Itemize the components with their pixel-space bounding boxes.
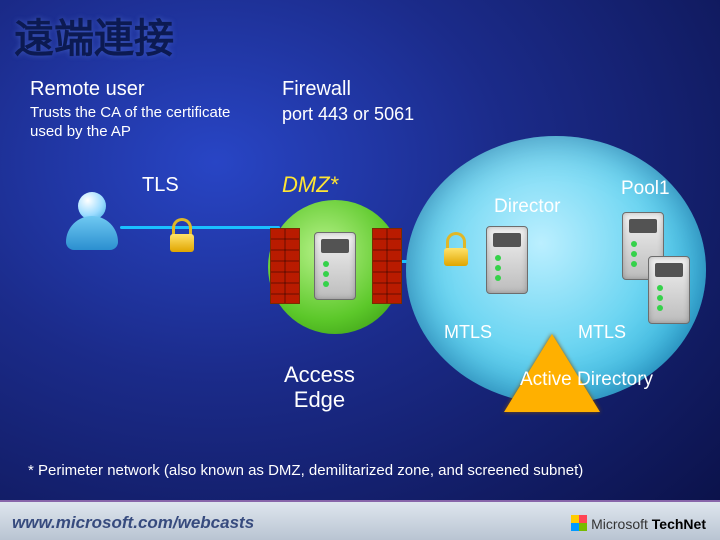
footer-brand: Microsoft TechNet: [571, 515, 706, 532]
active-directory-label: Active Directory: [520, 370, 653, 391]
footer-bar: www.microsoft.com/webcasts Microsoft Tec…: [0, 500, 720, 540]
line-user-to-dmz: [120, 226, 280, 229]
dmz-label: DMZ*: [282, 172, 338, 198]
firewall-outer-icon: [270, 228, 300, 304]
director-label: Director: [494, 196, 561, 218]
lock-icon-tls: [170, 222, 194, 252]
active-directory-text: Active Directory: [520, 369, 653, 390]
remote-user-icon: [62, 192, 122, 262]
footer-brand-bold: TechNet: [652, 516, 706, 532]
remote-user-subtext: Trusts the CA of the certificate used by…: [30, 104, 240, 142]
access-edge-line2: Edge: [294, 387, 345, 412]
director-server-icon: [486, 226, 528, 294]
microsoft-logo-icon: [571, 515, 587, 531]
access-edge-label: Access Edge: [284, 362, 355, 413]
firewall-heading: Firewall: [282, 78, 351, 101]
slide-title: 遠端連接: [14, 6, 174, 64]
remote-user-heading: Remote user: [30, 78, 145, 101]
access-edge-server-icon: [314, 232, 356, 300]
firewall-ports: port 443 or 5061: [282, 104, 414, 125]
lock-icon-mtls1: [444, 236, 468, 266]
pool1-label: Pool1: [621, 178, 670, 200]
tls-label: TLS: [142, 174, 179, 197]
mtls-label-1: MTLS: [444, 322, 492, 343]
access-edge-line1: Access: [284, 362, 355, 387]
footer-url: www.microsoft.com/webcasts: [12, 513, 254, 533]
firewall-inner-icon: [372, 228, 402, 304]
pool1-server2-icon: [648, 256, 690, 324]
footer-brand-prefix: Microsoft: [591, 516, 652, 532]
dmz-footnote: * Perimeter network (also known as DMZ, …: [28, 462, 583, 479]
